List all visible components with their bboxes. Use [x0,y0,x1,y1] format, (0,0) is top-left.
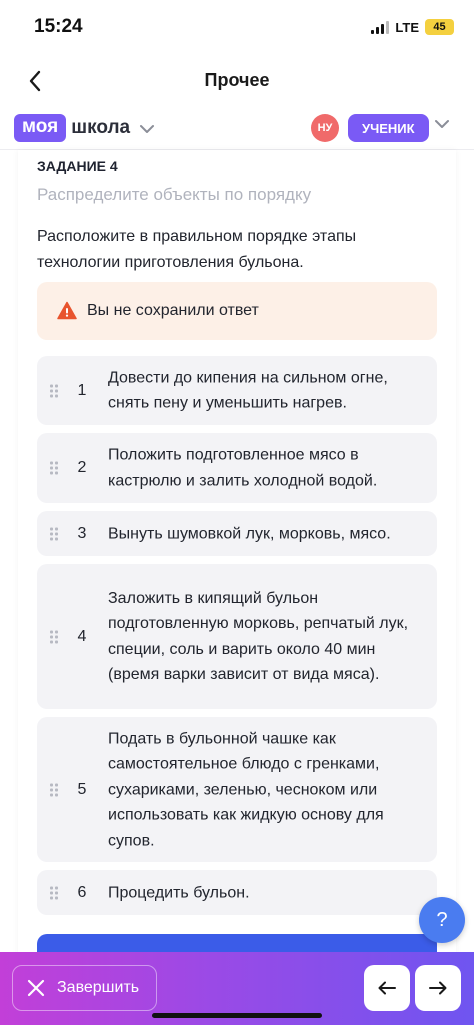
drag-handle-icon[interactable] [50,783,58,796]
role-badge[interactable]: УЧЕНИК [348,114,429,142]
status-bar: 15:24 LTE 45 [0,0,474,58]
item-number: 2 [77,459,87,476]
item-number: 4 [77,627,87,645]
sortable-item[interactable]: 1 Довести до кипения на сильном огне, сн… [37,356,437,425]
item-text: Довести до кипения на сильном огне, снят… [108,369,388,412]
sortable-item[interactable]: 6 Процедить бульон. [37,870,437,915]
sortable-item[interactable]: 2 Положить подготовленное мясо в кастрюл… [37,433,437,503]
logo-part-moya: моя [14,114,67,142]
sortable-item[interactable]: 3 Вынуть шумовкой лук, морковь, мясо. [37,511,437,556]
prev-task-button[interactable] [364,965,410,1011]
drag-handle-icon[interactable] [50,384,58,397]
drag-handle-icon[interactable] [50,630,58,643]
item-text: Заложить в кипящий бульон подготовленную… [108,589,409,684]
help-button[interactable]: ? [419,897,465,943]
drag-handle-icon[interactable] [50,527,58,540]
close-icon [27,979,45,997]
logo-part-shkola: школа [71,117,131,138]
signal-icon [371,20,390,34]
item-text: Вынуть шумовкой лук, морковь, мясо. [108,524,391,542]
home-indicator[interactable] [152,1013,322,1018]
brand-bar: моя школа НУ УЧЕНИК [0,108,474,150]
nav-bar: Прочее [0,58,474,104]
task-question: Расположите в правильном порядке этапы т… [37,228,357,271]
unsaved-warning: Вы не сохранили ответ [37,282,437,340]
network-type: LTE [395,19,419,35]
item-text: Подать в бульонной чашке как самостоятел… [108,729,384,849]
drag-handle-icon[interactable] [50,886,58,899]
chevron-down-icon[interactable] [434,119,450,129]
item-number: 1 [77,381,87,399]
item-number: 6 [77,883,87,901]
item-number: 5 [77,780,87,798]
item-text: Положить подготовленное мясо в кастрюлю … [108,446,378,490]
arrow-right-icon [429,981,447,995]
item-number: 3 [77,524,87,542]
task-label: ЗАДАНИЕ 4 [37,158,118,174]
drag-handle-icon[interactable] [50,461,58,475]
arrow-left-icon [378,981,396,995]
logo-menu[interactable]: моя школа [14,114,155,142]
item-text: Процедить бульон. [108,883,250,901]
status-time: 15:24 [34,16,83,37]
battery-icon: 45 [425,19,454,35]
finish-button[interactable]: Завершить [12,965,157,1011]
next-task-button[interactable] [415,965,461,1011]
warning-icon [57,301,77,320]
sortable-item[interactable]: 5 Подать в бульонной чашке как самостоят… [37,717,437,862]
chevron-down-icon [140,125,155,133]
task-hint: Распределите объекты по порядку [37,185,312,204]
warning-text: Вы не сохранили ответ [87,302,259,319]
sortable-item[interactable]: 4 Заложить в кипящий бульон подготовленн… [37,564,437,709]
finish-label: Завершить [57,979,140,996]
avatar[interactable]: НУ [311,114,339,142]
status-indicators: LTE 45 [371,19,454,35]
page-title: Прочее [204,70,270,90]
